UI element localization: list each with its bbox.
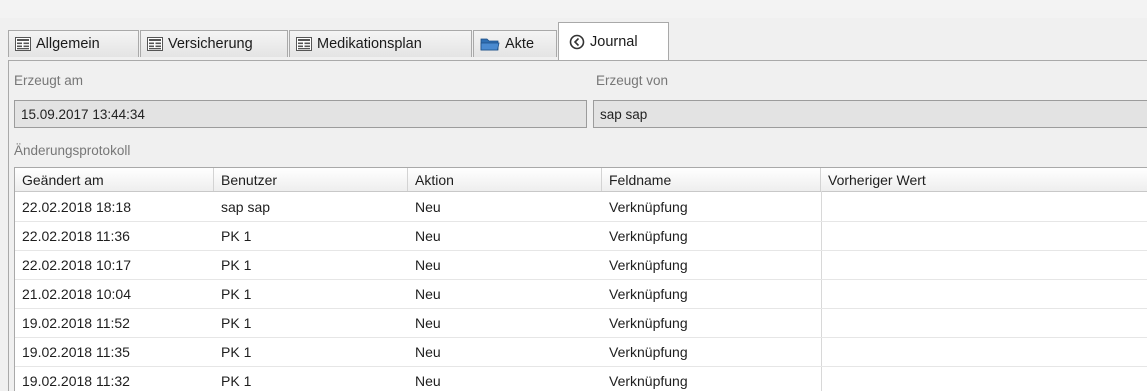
cell-action: Neu [415, 227, 441, 244]
cell-previous [821, 192, 828, 221]
cell-date: 19.02.2018 11:52 [22, 314, 130, 331]
changelog-label: Änderungsprotokoll [14, 143, 131, 158]
form-icon [15, 37, 31, 51]
tab-label: Journal [590, 33, 638, 50]
cell-user: sap sap [221, 198, 271, 215]
form-icon [296, 37, 312, 51]
cell-field: Verknüpfung [609, 227, 688, 244]
cell-previous [821, 279, 828, 308]
cell-user: PK 1 [221, 227, 252, 244]
cell-previous [821, 308, 828, 337]
table-row[interactable]: 19.02.2018 11:35 PK 1 Neu Verknüpfung [15, 337, 1147, 367]
table-row[interactable]: 22.02.2018 10:17 PK 1 Neu Verknüpfung [15, 250, 1147, 280]
cell-user: PK 1 [221, 314, 252, 331]
table-row[interactable]: 22.02.2018 18:18 sap sap Neu Verknüpfung [15, 192, 1147, 222]
folder-icon [480, 37, 500, 51]
cell-field: Verknüpfung [609, 198, 688, 215]
cell-action: Neu [415, 256, 441, 273]
cell-date: 22.02.2018 18:18 [22, 198, 131, 215]
column-header-aktion[interactable]: Aktion [408, 168, 602, 191]
cell-action: Neu [415, 198, 441, 215]
cell-action: Neu [415, 314, 441, 331]
table-row[interactable]: 19.02.2018 11:52 PK 1 Neu Verknüpfung [15, 308, 1147, 338]
cell-action: Neu [415, 343, 441, 360]
tab-label: Versicherung [168, 36, 253, 52]
cell-date: 19.02.2018 11:32 [22, 372, 130, 389]
cell-user: PK 1 [221, 372, 252, 389]
form-icon [147, 37, 163, 51]
column-header-geaendert-am[interactable]: Geändert am [15, 168, 214, 191]
cell-user: PK 1 [221, 343, 252, 360]
created-at-label: Erzeugt am [14, 73, 84, 88]
tab-bar: Allgemein Versicherung Medikationsplan A… [8, 22, 1147, 60]
cell-field: Verknüpfung [609, 314, 688, 331]
created-by-field[interactable]: sap sap [593, 100, 1147, 128]
cell-date: 19.02.2018 11:35 [22, 343, 130, 360]
window-top-strip [0, 0, 1147, 18]
created-at-field[interactable]: 15.09.2017 13:44:34 [14, 100, 587, 128]
tab-akte[interactable]: Akte [473, 30, 557, 57]
cell-field: Verknüpfung [609, 372, 688, 389]
tab-allgemein[interactable]: Allgemein [8, 30, 139, 57]
cell-action: Neu [415, 285, 441, 302]
cell-previous [821, 366, 828, 391]
column-header-feldname[interactable]: Feldname [602, 168, 821, 191]
cell-field: Verknüpfung [609, 256, 688, 273]
cell-action: Neu [415, 372, 441, 389]
changelog-grid[interactable]: Geändert am Benutzer Aktion Feldname Vor… [14, 167, 1147, 391]
cell-date: 22.02.2018 10:17 [22, 256, 131, 273]
table-row[interactable]: 21.02.2018 10:04 PK 1 Neu Verknüpfung [15, 279, 1147, 309]
cell-user: PK 1 [221, 256, 252, 273]
column-header-benutzer[interactable]: Benutzer [214, 168, 408, 191]
cell-date: 22.02.2018 11:36 [22, 227, 130, 244]
cell-field: Verknüpfung [609, 343, 688, 360]
cell-field: Verknüpfung [609, 285, 688, 302]
tab-label: Akte [505, 36, 535, 52]
grid-header: Geändert am Benutzer Aktion Feldname Vor… [15, 168, 1147, 192]
tab-medikationsplan[interactable]: Medikationsplan [289, 30, 472, 57]
cell-previous [821, 221, 828, 250]
tab-journal[interactable]: Journal [558, 22, 669, 60]
tab-label: Allgemein [36, 36, 100, 52]
tab-versicherung[interactable]: Versicherung [140, 30, 288, 57]
tab-label: Medikationsplan [317, 36, 422, 52]
cell-previous [821, 337, 828, 366]
cell-user: PK 1 [221, 285, 252, 302]
history-icon [569, 34, 585, 50]
created-by-label: Erzeugt von [596, 73, 669, 88]
cell-date: 21.02.2018 10:04 [22, 285, 131, 302]
table-row[interactable]: 19.02.2018 11:32 PK 1 Neu Verknüpfung [15, 366, 1147, 391]
column-header-vorheriger-wert[interactable]: Vorheriger Wert [821, 168, 1147, 191]
table-row[interactable]: 22.02.2018 11:36 PK 1 Neu Verknüpfung [15, 221, 1147, 251]
cell-previous [821, 250, 828, 279]
